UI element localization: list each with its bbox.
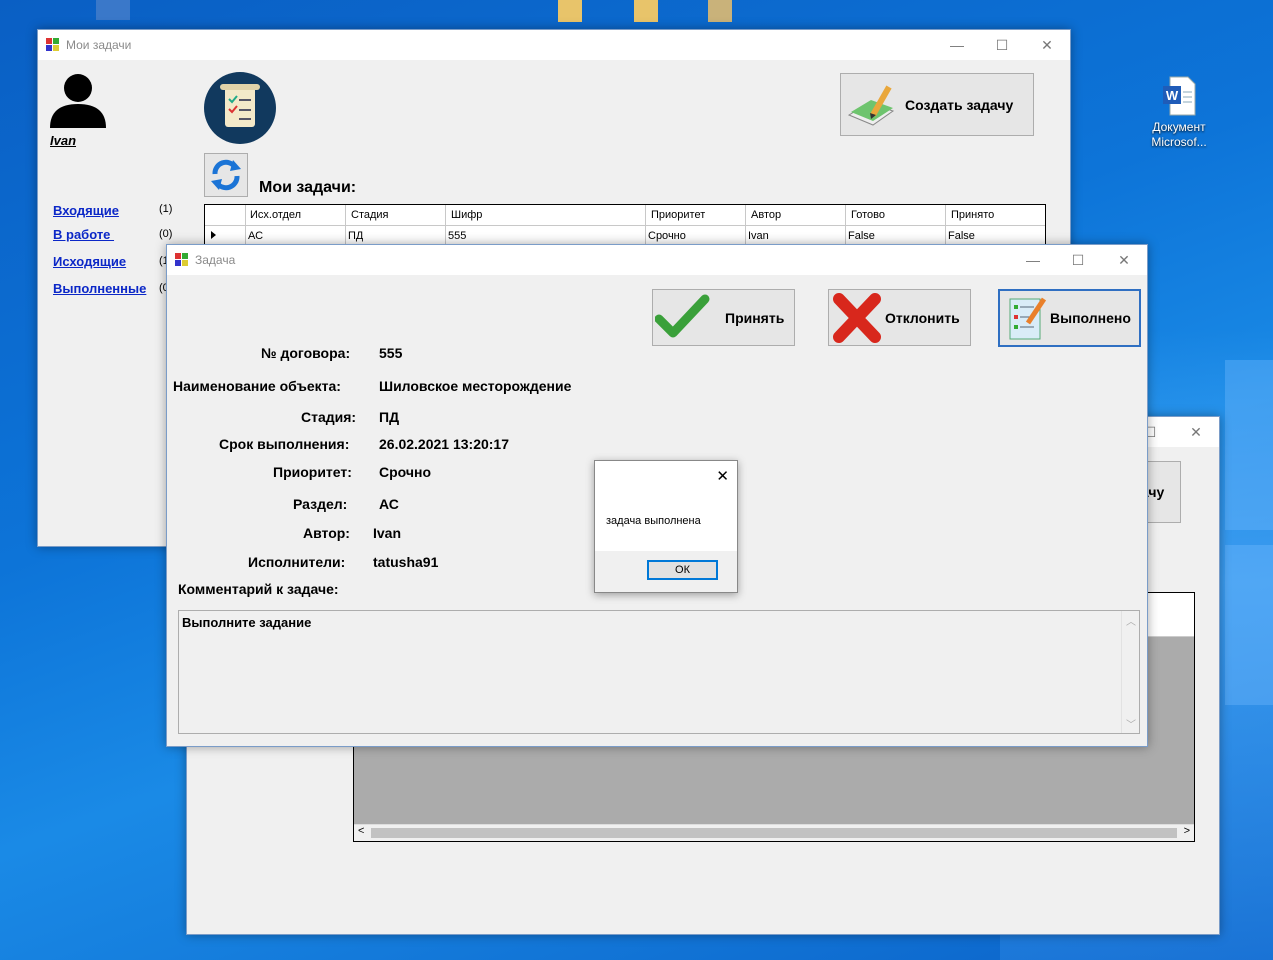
- grid-header-accepted[interactable]: Принято: [951, 209, 994, 221]
- refresh-button[interactable]: [204, 153, 248, 197]
- task-titlebar: Задача — ☐ ✕: [167, 245, 1147, 275]
- horizontal-scrollbar[interactable]: < >: [354, 824, 1194, 841]
- author-label: Автор:: [303, 525, 350, 541]
- app-icon: [46, 38, 60, 52]
- accept-button[interactable]: Принять: [652, 289, 795, 346]
- desktop-file-word-document[interactable]: W Документ Microsof...: [1146, 76, 1212, 156]
- contract-label: № договора:: [261, 345, 351, 361]
- create-task-icon: [847, 85, 895, 126]
- ok-label: ОК: [675, 564, 690, 576]
- object-value: Шиловское месторождение: [379, 378, 572, 394]
- close-icon[interactable]: ✕: [1024, 30, 1070, 60]
- table-row-cell[interactable]: ПД: [348, 230, 363, 242]
- maximize-icon[interactable]: ☐: [979, 30, 1025, 60]
- message-box: ✕ задача выполнена ОК: [594, 460, 738, 593]
- comment-text: Выполните задание: [182, 615, 312, 630]
- vertical-scrollbar[interactable]: ︿ ﹀: [1121, 611, 1139, 733]
- executors-label: Исполнители:: [248, 554, 346, 570]
- table-row-cell[interactable]: 555: [448, 230, 466, 242]
- close-icon[interactable]: ✕: [1173, 417, 1219, 447]
- scroll-down-icon[interactable]: ﹀: [1126, 716, 1136, 731]
- contract-value: 555: [379, 345, 403, 361]
- user-name[interactable]: Ivan: [50, 133, 76, 148]
- window-title: Мои задачи: [66, 38, 132, 52]
- nav-in-work-count: (0): [159, 228, 173, 240]
- section-label: Раздел:: [293, 496, 348, 512]
- scroll-up-icon[interactable]: ︿: [1126, 613, 1136, 628]
- create-task-label: Создать задачу: [905, 96, 1014, 113]
- table-row-cell[interactable]: False: [948, 230, 975, 242]
- table-row-cell[interactable]: АС: [248, 230, 263, 242]
- checkmark-icon: [655, 294, 710, 337]
- my-tasks-titlebar: Мои задачи — ☐ ✕: [38, 30, 1070, 60]
- grid-header-author[interactable]: Автор: [751, 209, 781, 221]
- deadline-label: Срок выполнения:: [219, 436, 350, 452]
- section-title: Мои задачи:: [259, 179, 357, 196]
- deadline-value: 26.02.2021 13:20:17: [379, 436, 509, 452]
- close-icon[interactable]: ✕: [1101, 245, 1147, 275]
- minimize-icon[interactable]: —: [1010, 245, 1056, 275]
- nav-incoming-count: (1): [159, 203, 173, 215]
- red-x-icon: [833, 292, 881, 343]
- grid-header-stage[interactable]: Стадия: [351, 209, 389, 221]
- desktop-file-label: Документ Microsof...: [1151, 120, 1207, 149]
- refresh-icon: [211, 159, 241, 191]
- ok-button[interactable]: ОК: [647, 560, 718, 580]
- object-label: Наименование объекта:: [173, 378, 341, 394]
- folder-icon[interactable]: [634, 0, 658, 22]
- scroll-thumb[interactable]: [371, 828, 1177, 838]
- desktop-window-logo-pane: [1225, 360, 1273, 530]
- nav-incoming[interactable]: Входящие: [53, 203, 119, 218]
- svg-text:W: W: [1166, 88, 1179, 103]
- accept-label: Принять: [725, 309, 785, 326]
- stage-label: Стадия:: [301, 409, 357, 425]
- priority-label: Приоритет:: [273, 464, 352, 480]
- done-button[interactable]: Выполнено: [998, 289, 1141, 347]
- section-value: АС: [379, 496, 399, 512]
- word-document-icon: W: [1163, 76, 1196, 116]
- checklist-pen-icon: [1009, 297, 1047, 340]
- author-value: Ivan: [373, 525, 402, 541]
- app-icon: [175, 253, 189, 267]
- grid-header-dept[interactable]: Исх.отдел: [250, 209, 301, 221]
- desktop-shortcut-icon[interactable]: [96, 0, 130, 20]
- grid-header-code[interactable]: Шифр: [451, 209, 482, 221]
- window-title: Задача: [195, 253, 236, 267]
- minimize-icon[interactable]: —: [934, 30, 980, 60]
- folder-icon[interactable]: [708, 0, 732, 22]
- table-row-cell[interactable]: False: [848, 230, 875, 242]
- comment-textarea[interactable]: Выполните задание ︿ ﹀: [178, 610, 1140, 734]
- done-label: Выполнено: [1050, 310, 1131, 326]
- priority-value: Срочно: [379, 464, 432, 480]
- nav-outgoing[interactable]: Исходящие: [53, 254, 126, 269]
- message-text: задача выполнена: [606, 515, 701, 527]
- reject-label: Отклонить: [885, 309, 960, 326]
- nav-completed[interactable]: Выполненные: [53, 281, 146, 296]
- scroll-left-icon[interactable]: <: [358, 825, 364, 837]
- user-avatar-icon: [50, 74, 106, 128]
- nav-in-work[interactable]: В работе: [53, 227, 114, 242]
- comment-label: Комментарий к задаче:: [178, 581, 339, 597]
- desktop-window-logo-pane: [1225, 545, 1273, 705]
- reject-button[interactable]: Отклонить: [828, 289, 971, 346]
- maximize-icon[interactable]: ☐: [1055, 245, 1101, 275]
- grid-header-ready[interactable]: Готово: [851, 209, 885, 221]
- row-selector-icon[interactable]: [211, 231, 216, 239]
- stage-value: ПД: [379, 409, 400, 425]
- tasks-logo-icon: [204, 72, 276, 144]
- grid-header-priority[interactable]: Приоритет: [651, 209, 705, 221]
- close-icon[interactable]: ✕: [716, 467, 729, 485]
- folder-icon[interactable]: [558, 0, 582, 22]
- table-row-cell[interactable]: Срочно: [648, 230, 686, 242]
- executors-value: tatusha91: [373, 554, 439, 570]
- create-task-button[interactable]: Создать задачу: [840, 73, 1034, 136]
- scroll-right-icon[interactable]: >: [1184, 825, 1190, 837]
- table-row-cell[interactable]: Ivan: [748, 230, 769, 242]
